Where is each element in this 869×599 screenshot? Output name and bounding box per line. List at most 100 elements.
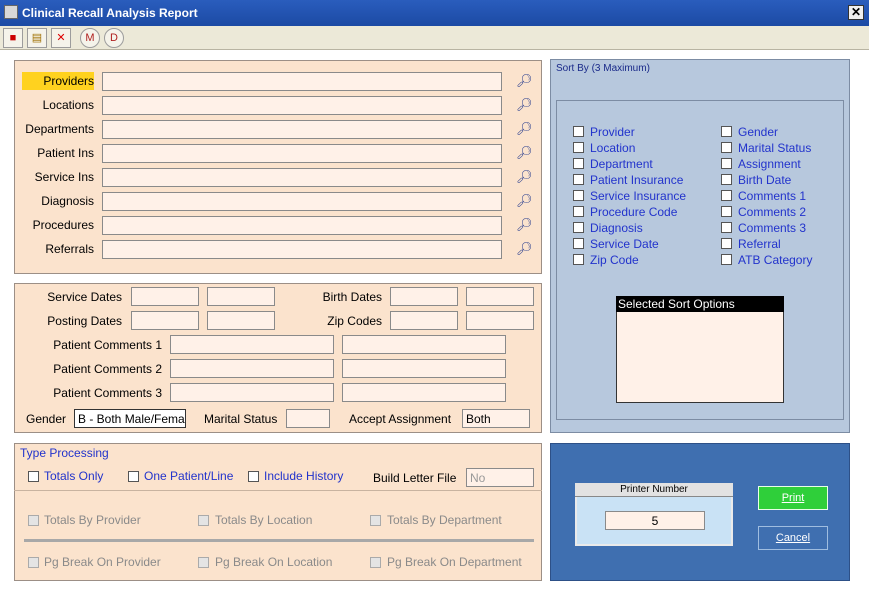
locations-field[interactable] xyxy=(102,96,502,115)
build-letter-file-field[interactable]: No xyxy=(466,468,534,487)
sort-comments2-checkbox[interactable] xyxy=(721,206,732,217)
sort-service-insurance-checkbox[interactable] xyxy=(573,190,584,201)
delete-icon[interactable]: ✕ xyxy=(51,28,71,48)
locations-search-icon[interactable]: 🔎︎ xyxy=(516,98,533,112)
sort-zip-code-label: Zip Code xyxy=(590,253,639,267)
birth-dates-to-field[interactable] xyxy=(466,287,534,306)
sort-title: Sort By (3 Maximum) xyxy=(556,63,650,74)
marital-status-label: Marital Status xyxy=(204,412,278,426)
sort-provider-label: Provider xyxy=(590,125,635,139)
patient-ins-label: Patient Ins xyxy=(37,146,94,160)
app-icon xyxy=(4,5,18,19)
accept-assignment-label: Accept Assignment xyxy=(349,412,452,426)
sort-referral-checkbox[interactable] xyxy=(721,238,732,249)
sort-zip-code-checkbox[interactable] xyxy=(573,254,584,265)
one-patient-line-label: One Patient/Line xyxy=(144,469,234,483)
sort-comments3-checkbox[interactable] xyxy=(721,222,732,233)
selected-sort-options-list[interactable] xyxy=(616,296,784,403)
sort-service-date-checkbox[interactable] xyxy=(573,238,584,249)
patient-ins-search-icon[interactable]: 🔎︎ xyxy=(516,146,533,160)
cancel-button[interactable]: Cancel xyxy=(758,526,828,550)
sort-gender-checkbox[interactable] xyxy=(721,126,732,137)
comments3-to-field[interactable] xyxy=(342,383,506,402)
providers-search-icon[interactable]: 🔎︎ xyxy=(516,74,533,88)
sort-birth-date-checkbox[interactable] xyxy=(721,174,732,185)
sort-location-checkbox[interactable] xyxy=(573,142,584,153)
close-window-button[interactable]: ✕ xyxy=(848,5,864,20)
comments1-label: Patient Comments 1 xyxy=(53,338,162,352)
service-dates-label: Service Dates xyxy=(47,290,122,304)
zip-codes-label: Zip Codes xyxy=(327,314,382,328)
sort-procedure-code-checkbox[interactable] xyxy=(573,206,584,217)
d-icon[interactable]: D xyxy=(104,28,124,48)
providers-field[interactable] xyxy=(102,72,502,91)
comments1-from-field[interactable] xyxy=(170,335,334,354)
sort-marital-status-checkbox[interactable] xyxy=(721,142,732,153)
totals-by-department-checkbox[interactable] xyxy=(370,515,381,526)
posting-dates-from-field[interactable] xyxy=(131,311,199,330)
providers-label: Providers xyxy=(43,74,94,88)
diagnosis-label: Diagnosis xyxy=(41,194,94,208)
zip-codes-to-field[interactable] xyxy=(466,311,534,330)
diagnosis-search-icon[interactable]: 🔎︎ xyxy=(516,194,533,208)
pg-break-provider-checkbox[interactable] xyxy=(28,557,39,568)
m-icon[interactable]: M xyxy=(80,28,100,48)
sort-comments1-checkbox[interactable] xyxy=(721,190,732,201)
birth-dates-from-field[interactable] xyxy=(390,287,458,306)
procedures-field[interactable] xyxy=(102,216,502,235)
sort-assignment-checkbox[interactable] xyxy=(721,158,732,169)
zip-codes-from-field[interactable] xyxy=(390,311,458,330)
accept-assignment-field[interactable]: Both xyxy=(462,409,530,428)
pg-break-department-checkbox[interactable] xyxy=(370,557,381,568)
sort-department-checkbox[interactable] xyxy=(573,158,584,169)
gender-label: Gender xyxy=(26,412,67,426)
service-dates-from-field[interactable] xyxy=(131,287,199,306)
include-history-label: Include History xyxy=(264,469,344,483)
selected-sort-options-header: Selected Sort Options xyxy=(616,296,784,312)
sort-diagnosis-checkbox[interactable] xyxy=(573,222,584,233)
departments-search-icon[interactable]: 🔎︎ xyxy=(516,122,533,136)
sort-atb-category-checkbox[interactable] xyxy=(721,254,732,265)
sort-provider-checkbox[interactable] xyxy=(573,126,584,137)
procedures-search-icon[interactable]: 🔎︎ xyxy=(516,218,533,232)
posting-dates-to-field[interactable] xyxy=(207,311,275,330)
toolbar: ■ ▤ ✕ M D xyxy=(0,26,869,50)
totals-by-provider-checkbox[interactable] xyxy=(28,515,39,526)
sort-diagnosis-label: Diagnosis xyxy=(590,221,643,235)
patient-ins-field[interactable] xyxy=(102,144,502,163)
departments-field[interactable] xyxy=(102,120,502,139)
posting-dates-label: Posting Dates xyxy=(47,314,122,328)
sort-atb-category-label: ATB Category xyxy=(738,253,813,267)
totals-by-location-checkbox[interactable] xyxy=(198,515,209,526)
referrals-field[interactable] xyxy=(102,240,502,259)
pg-break-location-checkbox[interactable] xyxy=(198,557,209,568)
print-preview-icon[interactable]: ■ xyxy=(3,28,23,48)
pg-break-provider-label: Pg Break On Provider xyxy=(44,555,161,569)
comments2-from-field[interactable] xyxy=(170,359,334,378)
sort-comments3-label: Comments 3 xyxy=(738,221,807,235)
print-button[interactable]: Print xyxy=(758,486,828,510)
sort-marital-status-label: Marital Status xyxy=(738,141,812,155)
service-ins-field[interactable] xyxy=(102,168,502,187)
divider xyxy=(14,490,542,491)
include-history-checkbox[interactable] xyxy=(248,471,259,482)
referrals-search-icon[interactable]: 🔎︎ xyxy=(516,242,533,256)
totals-by-location-label: Totals By Location xyxy=(215,513,313,527)
gender-field[interactable]: B - Both Male/Fema xyxy=(74,409,186,428)
printer-number-field[interactable]: 5 xyxy=(605,511,705,530)
totals-only-label: Totals Only xyxy=(44,469,104,483)
service-dates-to-field[interactable] xyxy=(207,287,275,306)
open-folder-icon[interactable]: ▤ xyxy=(27,28,47,48)
build-letter-file-label: Build Letter File xyxy=(373,471,457,485)
comments1-to-field[interactable] xyxy=(342,335,506,354)
service-ins-search-icon[interactable]: 🔎︎ xyxy=(516,170,533,184)
diagnosis-field[interactable] xyxy=(102,192,502,211)
sort-patient-insurance-checkbox[interactable] xyxy=(573,174,584,185)
one-patient-line-checkbox[interactable] xyxy=(128,471,139,482)
comments2-to-field[interactable] xyxy=(342,359,506,378)
comments3-from-field[interactable] xyxy=(170,383,334,402)
sort-comments1-label: Comments 1 xyxy=(738,189,807,203)
totals-only-checkbox[interactable] xyxy=(28,471,39,482)
marital-status-field[interactable] xyxy=(286,409,330,428)
sort-service-insurance-label: Service Insurance xyxy=(590,189,687,203)
